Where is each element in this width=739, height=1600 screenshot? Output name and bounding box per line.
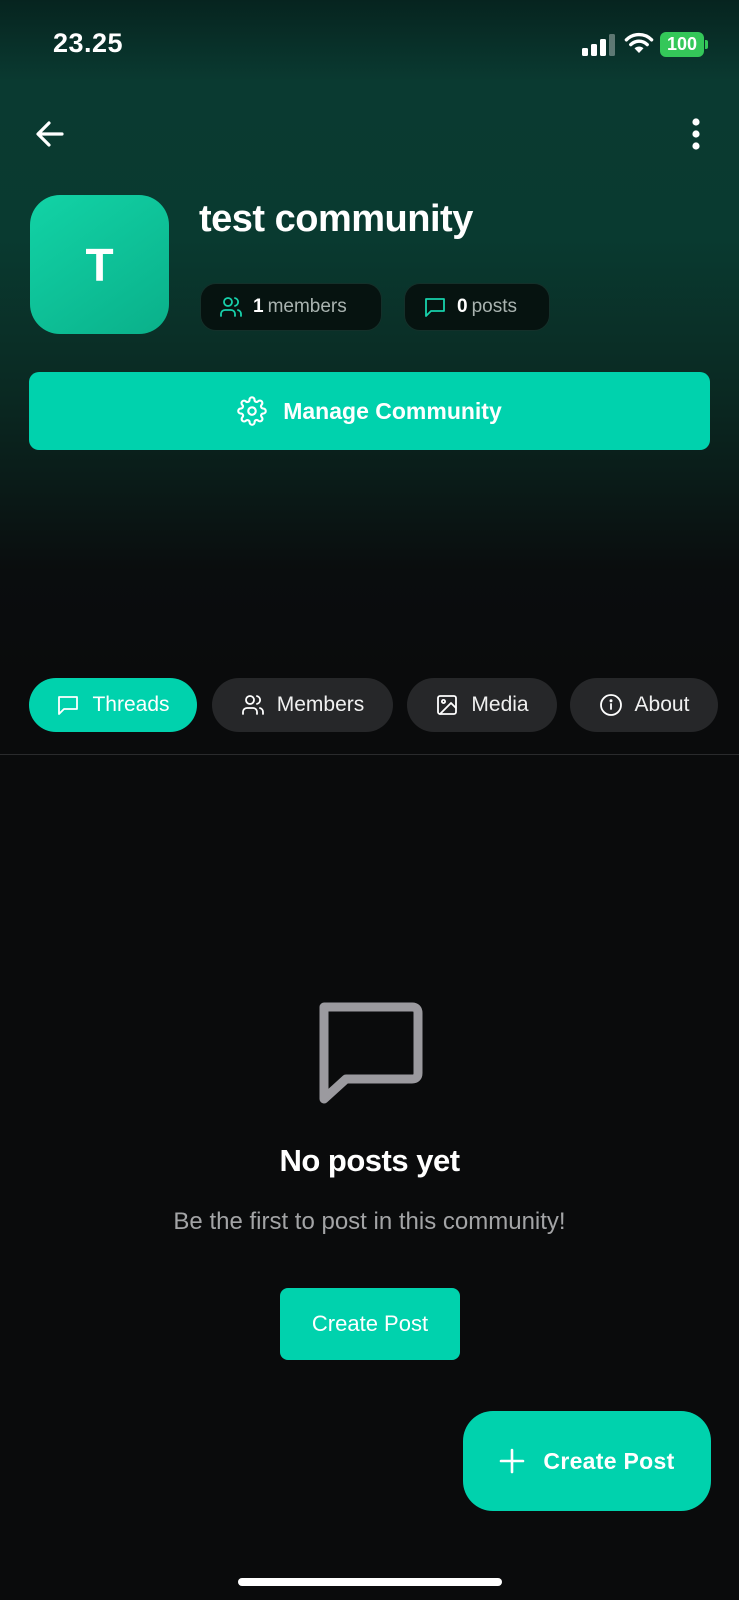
empty-state-subtitle: Be the first to post in this community!: [173, 1208, 566, 1235]
arrow-left-icon: [36, 121, 64, 147]
users-icon: [220, 297, 242, 317]
back-button[interactable]: [28, 112, 72, 156]
users-icon: [241, 695, 264, 715]
info-icon: [599, 694, 622, 716]
header-background: [0, 0, 739, 680]
tab-media-label: Media: [471, 693, 529, 716]
battery-icon: 100: [660, 32, 708, 57]
members-stat[interactable]: 1 members: [200, 283, 382, 331]
create-post-fab-label: Create Post: [543, 1447, 675, 1474]
create-post-fab[interactable]: Create Post: [463, 1411, 711, 1511]
status-bar: 23.25 100: [0, 0, 739, 90]
image-icon: [437, 695, 458, 715]
tab-members-label: Members: [276, 693, 365, 716]
create-post-button[interactable]: Create Post: [280, 1288, 460, 1360]
chat-bubble-icon: [425, 298, 445, 317]
posts-count: 0: [457, 296, 468, 317]
members-label: members: [267, 296, 347, 317]
manage-community-label: Manage Community: [283, 397, 502, 424]
posts-stat[interactable]: 0 posts: [404, 283, 550, 331]
tab-members[interactable]: Members: [212, 678, 393, 732]
community-avatar: T: [30, 195, 169, 334]
cellular-signal-icon: [582, 34, 616, 56]
gear-icon: [237, 396, 268, 426]
posts-label: posts: [471, 296, 517, 317]
more-vertical-icon: [692, 118, 700, 150]
wifi-icon: [624, 31, 654, 55]
tabs-divider: [0, 754, 739, 755]
tab-about[interactable]: About: [570, 678, 718, 732]
empty-posts-chat-icon: [319, 1002, 423, 1104]
community-name: test community: [199, 198, 473, 240]
tab-threads[interactable]: Threads: [29, 678, 197, 732]
manage-community-button[interactable]: Manage Community: [29, 372, 710, 450]
empty-state-title: No posts yet: [279, 1143, 460, 1178]
home-indicator: [238, 1578, 502, 1586]
status-time: 23.25: [53, 28, 124, 58]
members-count: 1: [253, 296, 264, 317]
chat-bubble-icon: [58, 696, 79, 715]
tab-media[interactable]: Media: [407, 678, 557, 732]
tab-about-label: About: [634, 693, 690, 716]
battery-level: 100: [660, 32, 704, 57]
more-options-button[interactable]: [674, 112, 718, 156]
community-tabs: Threads Members Media About: [0, 678, 739, 734]
plus-icon: [500, 1448, 525, 1474]
tab-threads-label: Threads: [92, 693, 170, 716]
